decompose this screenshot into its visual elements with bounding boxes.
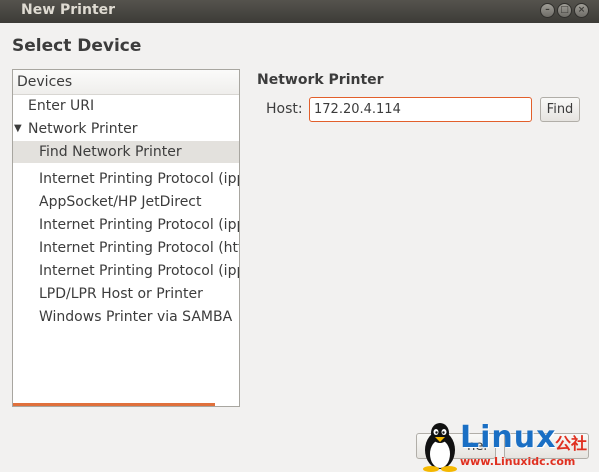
tux-penguin-icon <box>423 423 457 472</box>
device-list[interactable]: Devices Enter URI ▼ Network Printer Find… <box>12 69 240 407</box>
device-item-label: Find Network Printer <box>39 144 182 160</box>
minimize-button[interactable]: – <box>540 3 555 18</box>
device-item-label: Enter URI <box>28 98 95 114</box>
device-item-label: Internet Printing Protocol (ipp <box>39 217 240 233</box>
watermark-brand: Linux <box>460 420 557 455</box>
device-item-label: Internet Printing Protocol (ipp <box>39 263 240 279</box>
horizontal-scrollbar[interactable] <box>13 403 215 406</box>
expander-arrow-icon[interactable]: ▼ <box>14 118 22 140</box>
window-title: New Printer <box>21 2 116 18</box>
device-item-ipp-2[interactable]: Internet Printing Protocol (ipp <box>13 214 240 236</box>
device-item-ipp-1[interactable]: Internet Printing Protocol (ipp <box>13 168 240 190</box>
device-item-label: Internet Printing Protocol (ipp <box>39 171 240 187</box>
device-item-samba[interactable]: Windows Printer via SAMBA <box>13 306 239 328</box>
device-item-label: LPD/LPR Host or Printer <box>39 286 203 302</box>
host-input[interactable] <box>309 97 532 122</box>
host-label: Host: <box>266 101 303 117</box>
watermark-cn: 公社 <box>555 434 588 453</box>
device-item-http[interactable]: Internet Printing Protocol (htt <box>13 237 240 259</box>
device-item-enter-uri[interactable]: Enter URI <box>13 95 239 117</box>
watermark-logo: Linux 公社 www.Linuxidc.com <box>418 420 599 472</box>
device-item-lpd[interactable]: LPD/LPR Host or Printer <box>13 283 239 305</box>
maximize-button[interactable]: □ <box>557 3 572 18</box>
device-item-label: Windows Printer via SAMBA <box>39 309 233 325</box>
device-list-header[interactable]: Devices <box>13 70 239 95</box>
device-item-label: Network Printer <box>28 121 138 137</box>
title-bar: New Printer – □ × <box>0 0 599 23</box>
device-item-network-printer[interactable]: ▼ Network Printer <box>13 118 239 140</box>
new-printer-window: New Printer – □ × Select Device Devices … <box>0 0 599 472</box>
device-item-ipp-3[interactable]: Internet Printing Protocol (ipp <box>13 260 240 282</box>
section-title: Network Printer <box>257 72 384 88</box>
device-item-label: AppSocket/HP JetDirect <box>39 194 202 210</box>
page-title: Select Device <box>12 36 142 56</box>
close-button[interactable]: × <box>574 3 589 18</box>
watermark-url: www.Linuxidc.com <box>460 455 576 468</box>
device-item-label: Internet Printing Protocol (htt <box>39 240 240 256</box>
device-item-find-network-printer[interactable]: Find Network Printer <box>13 141 239 163</box>
device-item-appsocket[interactable]: AppSocket/HP JetDirect <box>13 191 239 213</box>
find-button[interactable]: Find <box>540 97 580 122</box>
